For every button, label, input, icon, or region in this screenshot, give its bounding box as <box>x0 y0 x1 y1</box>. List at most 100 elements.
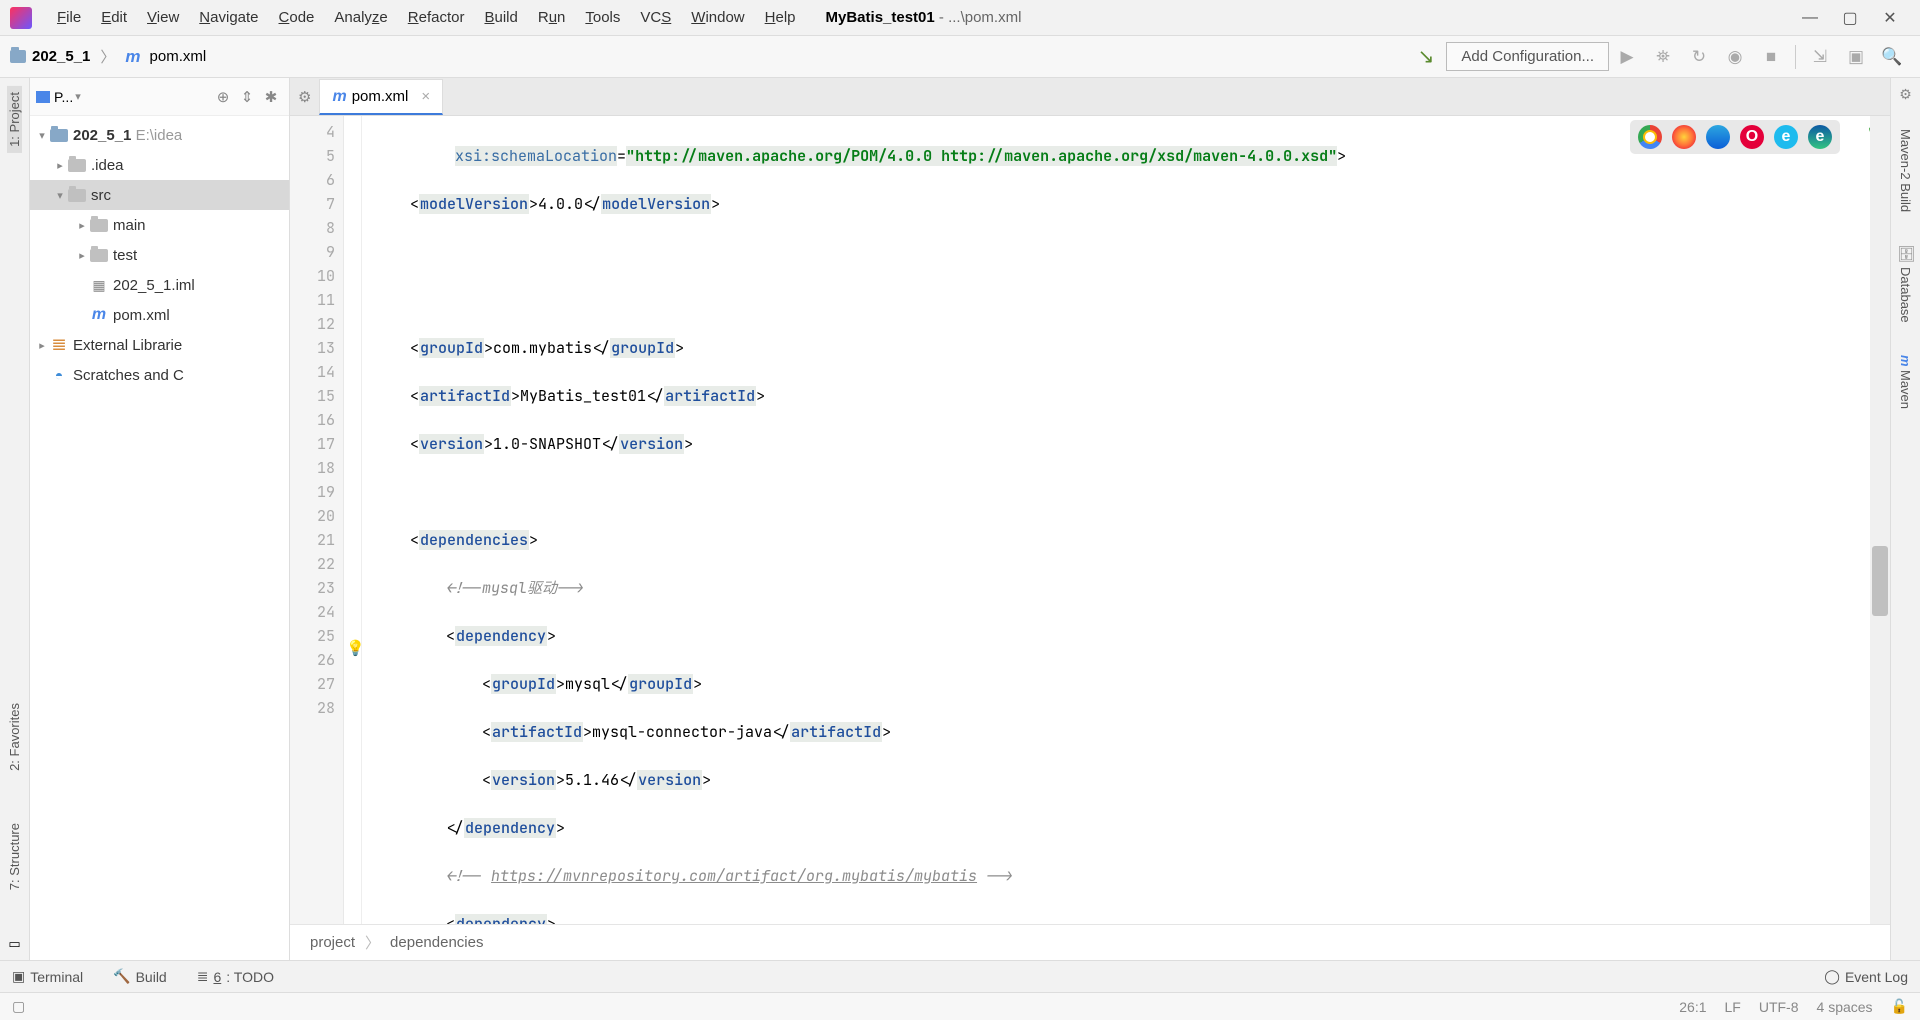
menu-build[interactable]: Build <box>474 5 527 30</box>
close-tab-icon[interactable]: × <box>421 88 430 105</box>
rail-project[interactable]: 1: Project <box>7 86 22 153</box>
debug-bug-icon[interactable]: ⛯ <box>1649 47 1677 67</box>
chevron-right-icon[interactable]: ▸ <box>74 249 90 262</box>
tree-iml[interactable]: 202_5_1.iml <box>30 270 289 300</box>
menu-run[interactable]: Run <box>528 5 576 30</box>
run-configuration-dropdown[interactable]: Add Configuration... <box>1446 42 1609 71</box>
rail-structure[interactable]: 7: Structure <box>7 817 22 896</box>
terminal-icon: ▣ <box>12 968 25 985</box>
rail-maven2-build[interactable]: Maven-2 Build <box>1898 123 1913 218</box>
rail-database[interactable]: 🗄Database <box>1897 238 1915 329</box>
bottom-tool-bar: ▣Terminal 🔨Build ≣6: TODO ◯Event Log <box>0 960 1920 992</box>
coverage-icon[interactable]: ↻ <box>1685 47 1713 67</box>
breadcrumb-project[interactable]: project <box>310 934 355 951</box>
window-minimize-icon[interactable]: — <box>1790 9 1830 27</box>
terminal-tool[interactable]: ▣Terminal <box>12 968 83 985</box>
ide-window: File Edit View Navigate Code Analyze Ref… <box>0 0 1920 1020</box>
chevron-right-icon[interactable]: ▸ <box>74 219 90 232</box>
chevron-down-icon[interactable]: ▾ <box>75 90 81 103</box>
menu-refactor[interactable]: Refactor <box>398 5 475 30</box>
run-play-icon[interactable]: ▶ <box>1613 47 1641 67</box>
event-log-tool[interactable]: ◯Event Log <box>1824 968 1908 985</box>
intention-bulb-icon[interactable]: 💡 <box>346 638 365 658</box>
menu-code[interactable]: Code <box>269 5 325 30</box>
folder-icon <box>68 159 86 172</box>
lock-icon[interactable]: 🔓 <box>1891 998 1908 1015</box>
file-encoding[interactable]: UTF-8 <box>1759 999 1799 1015</box>
menu-help[interactable]: Help <box>755 5 806 30</box>
chevron-down-icon[interactable]: ▾ <box>34 129 50 142</box>
stop-icon[interactable]: ■ <box>1757 47 1785 67</box>
project-view-label[interactable]: P... <box>54 89 73 105</box>
tree-src[interactable]: ▾ src <box>30 180 289 210</box>
window-maximize-icon[interactable]: ▢ <box>1830 8 1870 28</box>
code-editor[interactable]: 4567891011121314151617181920212223242526… <box>290 116 1890 924</box>
ide-share-icon[interactable]: ▣ <box>1842 47 1870 67</box>
tree-pom[interactable]: m pom.xml <box>30 300 289 330</box>
tree-test[interactable]: ▸ test <box>30 240 289 270</box>
build-hammer-icon[interactable]: ↘ <box>1418 44 1435 69</box>
todo-tool[interactable]: ≣6: TODO <box>197 968 274 985</box>
tab-label: pom.xml <box>352 88 409 105</box>
editor-tabs: ⚙ m pom.xml × <box>290 78 1890 116</box>
tab-settings-icon[interactable]: ⚙ <box>298 88 311 106</box>
rail-maven[interactable]: mMaven <box>1898 349 1913 416</box>
chevron-right-icon: 〉 <box>365 932 380 953</box>
menu-edit[interactable]: Edit <box>91 5 137 30</box>
collapse-all-icon[interactable]: ⇕ <box>235 88 259 106</box>
maven-file-icon: m <box>332 88 346 106</box>
gear-icon[interactable]: ⚙ <box>1899 86 1912 103</box>
editor-breadcrumb: project 〉 dependencies <box>290 924 1890 960</box>
rail-build-icon[interactable]: ▭ <box>8 936 20 952</box>
project-panel-header: P... ▾ ⊕ ⇕ ✱ <box>30 78 289 116</box>
menu-analyze[interactable]: Analyze <box>324 5 397 30</box>
menu-tools[interactable]: Tools <box>575 5 630 30</box>
maven-file-icon: m <box>125 47 140 67</box>
code-body[interactable]: xsi:schemaLocation="http://maven.apache.… <box>362 116 1890 924</box>
folder-icon <box>10 50 26 63</box>
main-area: 1: Project 2: Favorites 7: Structure ▭ P… <box>0 78 1920 960</box>
tree-idea[interactable]: ▸ .idea <box>30 150 289 180</box>
tree-external-libs[interactable]: ▸ External Librarie <box>30 330 289 360</box>
menu-vcs[interactable]: VCS <box>630 5 681 30</box>
status-tools-icon[interactable]: ▢ <box>12 998 25 1015</box>
breadcrumb: 202_5_1 〉 m pom.xml <box>10 46 206 67</box>
app-logo-icon <box>10 7 32 29</box>
menu-bar: File Edit View Navigate Code Analyze Ref… <box>0 0 1920 36</box>
chevron-right-icon: 〉 <box>96 46 119 67</box>
menu-view[interactable]: View <box>137 5 189 30</box>
menu-navigate[interactable]: Navigate <box>189 5 268 30</box>
project-folder-icon <box>50 129 68 142</box>
database-icon: 🗄 <box>1897 244 1915 263</box>
scrollbar-thumb[interactable] <box>1872 546 1888 616</box>
editor-area: ⚙ m pom.xml × ✔ O e e 456789101112131415… <box>290 78 1890 960</box>
breadcrumb-root[interactable]: 202_5_1 <box>32 48 90 65</box>
panel-settings-icon[interactable]: ✱ <box>259 88 283 106</box>
breadcrumb-file[interactable]: pom.xml <box>150 48 207 65</box>
rail-favorites[interactable]: 2: Favorites <box>7 697 22 777</box>
profile-icon[interactable]: ◉ <box>1721 47 1749 67</box>
indent-setting[interactable]: 4 spaces <box>1817 999 1873 1015</box>
tree-main[interactable]: ▸ main <box>30 210 289 240</box>
menu-file[interactable]: File <box>47 5 91 30</box>
folder-icon <box>90 219 108 232</box>
iml-file-icon <box>90 277 108 293</box>
build-tool[interactable]: 🔨Build <box>113 968 167 985</box>
editor-scrollbar[interactable] <box>1870 116 1890 924</box>
tree-scratches[interactable]: Scratches and C <box>30 360 289 390</box>
menu-window[interactable]: Window <box>681 5 754 30</box>
tab-pom[interactable]: m pom.xml × <box>319 79 443 115</box>
window-close-icon[interactable]: ✕ <box>1870 8 1910 28</box>
search-everywhere-icon[interactable]: 🔍 <box>1878 47 1906 67</box>
line-separator[interactable]: LF <box>1725 999 1741 1015</box>
tree-root[interactable]: ▾ 202_5_1 E:\idea <box>30 120 289 150</box>
maven-file-icon: m <box>90 307 108 323</box>
chevron-right-icon[interactable]: ▸ <box>34 339 50 352</box>
chevron-right-icon[interactable]: ▸ <box>52 159 68 172</box>
chevron-down-icon[interactable]: ▾ <box>52 189 68 202</box>
git-update-icon[interactable]: ⇲ <box>1806 47 1834 67</box>
caret-position[interactable]: 26:1 <box>1679 999 1706 1015</box>
breadcrumb-dependencies[interactable]: dependencies <box>390 934 483 951</box>
target-icon[interactable]: ⊕ <box>211 88 235 106</box>
scratch-icon <box>50 367 68 383</box>
